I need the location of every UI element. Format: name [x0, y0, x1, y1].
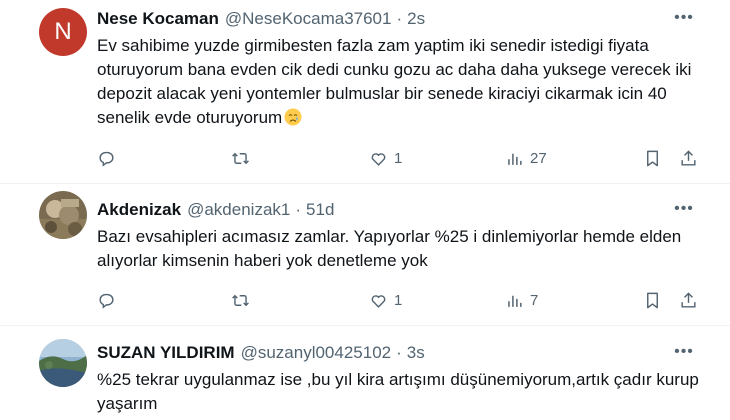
tweet-text-content: Ev sahibime yuzde girmibesten fazla zam …	[97, 36, 692, 127]
view-count: 7	[530, 291, 539, 309]
avatar-letter: N	[54, 18, 72, 45]
tweet-timestamp[interactable]: 3s	[407, 343, 425, 363]
retweet-button[interactable]	[231, 148, 250, 168]
share-icon	[681, 149, 696, 166]
like-button[interactable]: 1	[369, 290, 402, 310]
tweet-timestamp[interactable]: 2s	[407, 9, 425, 29]
bookmark-button[interactable]	[643, 148, 662, 168]
author-name[interactable]: Akdenizak	[97, 200, 181, 220]
tweet-actions: 1 7	[97, 290, 707, 310]
tweet-text-content: Bazı evsahipleri acımasız zamlar. Yapıyo…	[97, 227, 682, 270]
like-count: 1	[394, 149, 403, 167]
reply-icon	[99, 151, 114, 167]
tweet-text-content: %25 tekrar uygulanmaz ise ,bu yıl kira a…	[97, 370, 699, 413]
author-handle[interactable]: @NeseKocama37601	[225, 9, 392, 29]
author-handle[interactable]: @suzanyl00425102	[241, 343, 392, 363]
author-handle[interactable]: @akdenizak1	[187, 200, 290, 220]
analytics-icon	[508, 153, 522, 165]
like-button[interactable]: 1	[369, 148, 402, 168]
retweet-icon	[232, 152, 249, 164]
tweet-text: %25 tekrar uygulanmaz ise ,bu yıl kira a…	[97, 368, 707, 416]
more-options-icon[interactable]: •••	[674, 344, 694, 360]
tweet-text: Bazı evsahipleri acımasız zamlar. Yapıyo…	[97, 225, 707, 273]
tweet-text: Ev sahibime yuzde girmibesten fazla zam …	[97, 34, 707, 130]
heart-icon	[371, 294, 386, 308]
avatar[interactable]	[39, 339, 87, 387]
separator-dot: ·	[396, 9, 403, 28]
more-options-icon[interactable]: •••	[674, 10, 694, 26]
retweet-button[interactable]	[231, 290, 250, 310]
avatar-photo	[39, 191, 87, 239]
bookmark-icon	[647, 150, 658, 166]
avatar[interactable]: N	[39, 8, 87, 56]
tweet-card[interactable]: N Nese Kocaman @NeseKocama37601 · 2s •••…	[0, 0, 730, 183]
reply-button[interactable]	[97, 148, 116, 168]
tweet-feed: N Nese Kocaman @NeseKocama37601 · 2s •••…	[0, 0, 730, 420]
tweet-header: SUZAN YILDIRIM @suzanyl00425102 · 3s	[97, 342, 425, 364]
tweet-card[interactable]: SUZAN YILDIRIM @suzanyl00425102 · 3s •••…	[0, 325, 730, 420]
tweet-timestamp[interactable]: 51d	[306, 200, 334, 220]
bookmark-button[interactable]	[643, 290, 662, 310]
avatar-photo	[39, 339, 87, 387]
view-count: 27	[530, 149, 547, 167]
separator-dot: ·	[396, 343, 402, 362]
tweet-card[interactable]: Akdenizak @akdenizak1 · 51d ••• Bazı evs…	[0, 183, 730, 325]
crying-face-icon	[284, 108, 302, 126]
share-button[interactable]	[679, 148, 698, 168]
reply-icon	[99, 293, 114, 309]
like-count: 1	[394, 291, 403, 309]
reply-button[interactable]	[97, 290, 116, 310]
tweet-actions: 1 27	[97, 148, 707, 168]
separator-dot: ·	[295, 200, 302, 219]
share-button[interactable]	[679, 290, 698, 310]
retweet-icon	[232, 294, 249, 306]
bookmark-icon	[647, 292, 658, 308]
avatar[interactable]	[39, 191, 87, 239]
share-icon	[681, 291, 696, 308]
more-options-icon[interactable]: •••	[674, 201, 694, 217]
tweet-header: Nese Kocaman @NeseKocama37601 · 2s	[97, 8, 425, 30]
views-button[interactable]: 7	[505, 290, 538, 310]
analytics-icon	[508, 295, 522, 307]
author-name[interactable]: Nese Kocaman	[97, 9, 219, 29]
author-name[interactable]: SUZAN YILDIRIM	[97, 343, 235, 363]
tweet-header: Akdenizak @akdenizak1 · 51d	[97, 199, 334, 221]
heart-icon	[371, 152, 386, 166]
views-button[interactable]: 27	[505, 148, 547, 168]
